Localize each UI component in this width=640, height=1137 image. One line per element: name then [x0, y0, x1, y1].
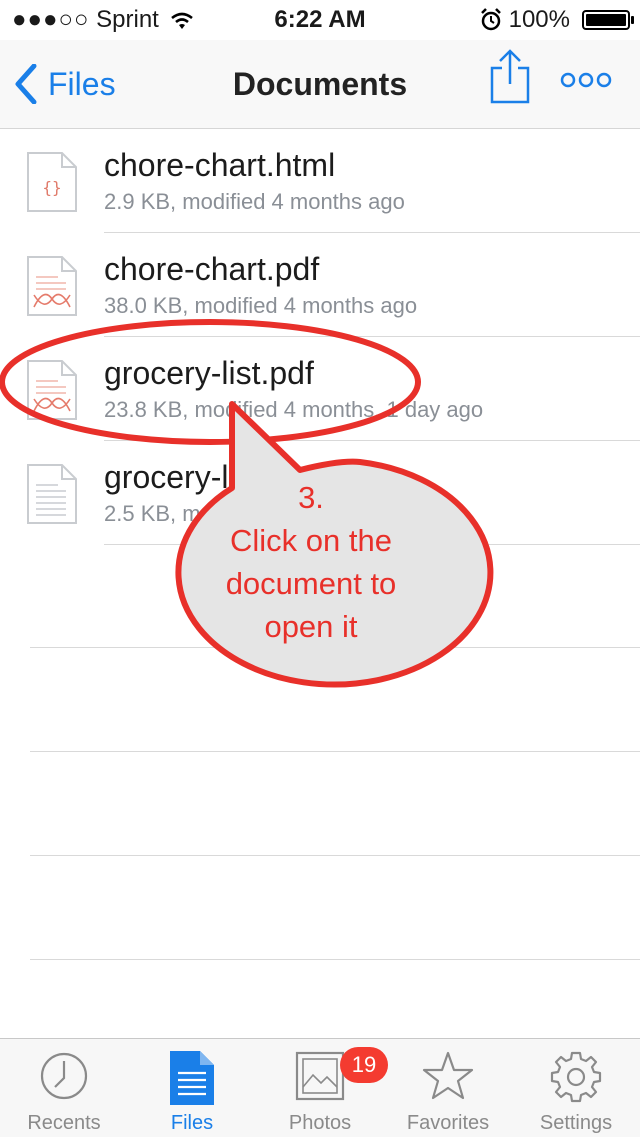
pdf-file-icon	[27, 360, 77, 420]
clock-icon	[40, 1052, 88, 1100]
annotation-line: document to	[225, 566, 397, 601]
empty-row-divider	[30, 959, 640, 960]
file-row[interactable]: {} chore-chart.html 2.9 KB, modified 4 m…	[0, 129, 640, 233]
file-name: chore-chart.html	[104, 147, 336, 183]
empty-row-divider	[30, 751, 640, 752]
tab-label: Settings	[539, 1112, 613, 1134]
tab-settings[interactable]: Settings	[512, 1039, 640, 1137]
file-meta: 38.0 KB, modified 4 months ago	[104, 293, 418, 318]
share-icon[interactable]	[488, 48, 532, 108]
tab-label: Files	[170, 1112, 214, 1134]
battery-percentage: 100%	[508, 6, 570, 33]
file-name: grocery-list.pdf	[104, 355, 314, 391]
battery-icon	[582, 10, 634, 30]
svg-text:{}: {}	[42, 178, 61, 197]
file-row[interactable]: chore-chart.pdf 38.0 KB, modified 4 mont…	[0, 233, 640, 337]
text-file-icon	[27, 464, 77, 524]
annotation-line: open it	[264, 609, 358, 644]
status-bar: ●●●○○ Sprint 6:22 AM 100%	[0, 0, 640, 40]
pdf-file-icon	[27, 256, 77, 316]
more-options-icon[interactable]	[560, 70, 612, 90]
tab-files[interactable]: Files	[128, 1039, 256, 1137]
tab-label: Recents	[27, 1112, 101, 1134]
star-icon	[422, 1051, 474, 1100]
annotation-step-number: 3.	[298, 480, 324, 515]
file-name: chore-chart.pdf	[104, 251, 320, 287]
tab-bar: Recents Files Photos 19 Favorites Settin…	[0, 1038, 640, 1137]
photo-icon	[295, 1051, 345, 1101]
navigation-bar: Files Documents	[0, 40, 640, 129]
notification-badge: 19	[340, 1047, 388, 1083]
gear-icon	[550, 1051, 602, 1103]
file-meta: 2.9 KB, modified 4 months ago	[104, 189, 405, 214]
document-icon	[170, 1051, 214, 1105]
alarm-icon	[481, 8, 501, 31]
page-title: Documents	[232, 66, 408, 102]
annotation-text: 3. Click on the document to open it	[180, 476, 442, 648]
html-file-icon: {}	[27, 152, 77, 212]
annotation-line: Click on the	[230, 523, 392, 558]
tab-favorites[interactable]: Favorites	[384, 1039, 512, 1137]
empty-row-divider	[30, 855, 640, 856]
tab-label: Photos	[288, 1112, 352, 1134]
tab-recents[interactable]: Recents	[0, 1039, 128, 1137]
file-meta: 23.8 KB, modified 4 months, 1 day ago	[104, 397, 484, 422]
file-row[interactable]: grocery-list.pdf 23.8 KB, modified 4 mon…	[0, 337, 640, 441]
tab-label: Favorites	[406, 1112, 490, 1134]
